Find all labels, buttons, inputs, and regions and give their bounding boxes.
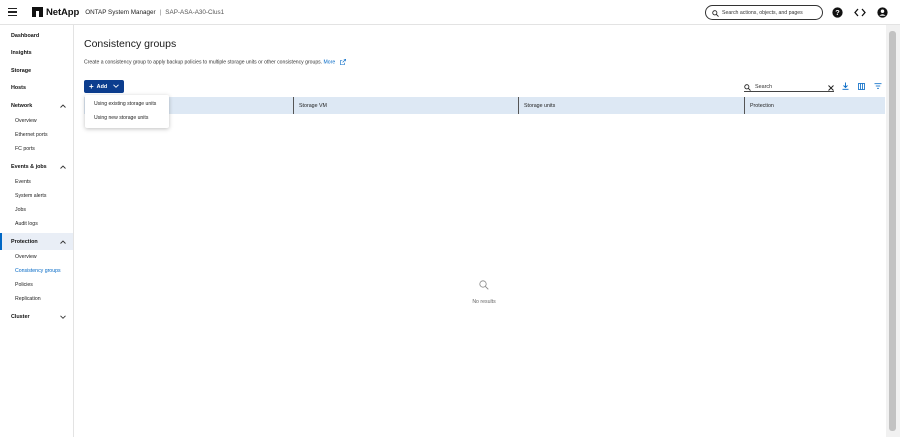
sidebar-group-network[interactable]: Network	[0, 97, 73, 114]
chevron-down-icon	[113, 83, 119, 90]
brand-name: NetApp	[46, 6, 80, 18]
plus-icon: +	[89, 81, 94, 91]
sidebar-group-label: Protection	[11, 238, 38, 245]
more-link[interactable]: More	[324, 59, 336, 65]
table-search-input[interactable]: Search	[744, 82, 834, 92]
sidebar-group-cluster[interactable]: Cluster	[0, 308, 73, 325]
top-bar: NetApp ONTAP System Manager | SAP-ASA-A3…	[0, 0, 900, 25]
add-button[interactable]: + Add	[84, 80, 124, 93]
netapp-logo-icon	[32, 7, 43, 17]
sidebar-item-jobs[interactable]: Jobs	[0, 203, 73, 217]
user-icon[interactable]	[876, 6, 889, 19]
header-separator: |	[159, 8, 162, 16]
sidebar-item-policies[interactable]: Policies	[0, 278, 73, 292]
sidebar-group-protection[interactable]: Protection	[0, 233, 73, 250]
column-header-protection[interactable]: Protection	[744, 97, 885, 114]
product-name: ONTAP System Manager	[85, 8, 156, 16]
sidebar-item-consistency-groups[interactable]: Consistency groups	[0, 264, 73, 278]
external-link-icon[interactable]	[339, 59, 346, 65]
empty-state: No results	[454, 277, 514, 305]
help-icon[interactable]: ?	[831, 6, 844, 19]
main-content: Consistency groups Create a consistency …	[74, 25, 886, 437]
cluster-name: SAP-ASA-A30-Clus1	[165, 8, 225, 16]
table-search-placeholder: Search	[755, 83, 773, 90]
svg-text:?: ?	[835, 8, 840, 17]
sidebar-item-protection-overview[interactable]: Overview	[0, 250, 73, 264]
column-header-storage-units[interactable]: Storage units	[518, 97, 744, 114]
sidebar-item-network-overview[interactable]: Overview	[0, 114, 73, 128]
sidebar-item-events[interactable]: Events	[0, 175, 73, 189]
chevron-up-icon	[60, 164, 66, 170]
chevron-up-icon	[60, 239, 66, 245]
scrollbar-thumb[interactable]	[889, 31, 896, 431]
clear-icon[interactable]	[828, 78, 834, 96]
sidebar-group-events[interactable]: Events & jobs	[0, 158, 73, 175]
search-icon	[479, 277, 489, 295]
netapp-logo[interactable]: NetApp	[32, 7, 79, 18]
empty-state-text: No results	[472, 299, 496, 305]
chevron-up-icon	[60, 103, 66, 109]
sidebar-item-dashboard[interactable]: Dashboard	[0, 27, 73, 45]
menu-item-new-storage-units[interactable]: Using new storage units	[85, 111, 169, 125]
sidebar-group-label: Network	[11, 102, 33, 109]
download-icon[interactable]	[841, 82, 849, 90]
sidebar-item-ethernet-ports[interactable]: Ethernet ports	[0, 128, 73, 142]
sidebar-group-label: Cluster	[11, 313, 30, 320]
search-icon	[712, 4, 719, 22]
code-icon[interactable]	[853, 6, 866, 19]
add-button-label: Add	[96, 83, 108, 90]
add-dropdown-menu: Using existing storage units Using new s…	[85, 95, 169, 128]
columns-icon[interactable]	[857, 82, 865, 90]
sidebar-item-replication[interactable]: Replication	[0, 292, 73, 306]
page-title: Consistency groups	[84, 38, 177, 50]
sidebar-group-label: Events & jobs	[11, 163, 47, 170]
search-icon	[744, 78, 751, 96]
table-header: Name Storage VM Storage units Protection	[84, 97, 885, 114]
sidebar-item-system-alerts[interactable]: System alerts	[0, 189, 73, 203]
sidebar-item-insights[interactable]: Insights	[0, 45, 73, 63]
sidebar-item-fc-ports[interactable]: FC ports	[0, 142, 73, 156]
global-search-placeholder: Search actions, objects, and pages	[722, 9, 803, 16]
menu-icon[interactable]	[0, 0, 24, 25]
sidebar-item-hosts[interactable]: Hosts	[0, 80, 73, 98]
page-scrollbar[interactable]	[886, 25, 900, 437]
column-header-storage-vm[interactable]: Storage VM	[293, 97, 518, 114]
chevron-down-icon	[60, 314, 66, 320]
sidebar-item-storage[interactable]: Storage	[0, 62, 73, 80]
description-text: Create a consistency group to apply back…	[84, 59, 323, 66]
menu-item-existing-storage-units[interactable]: Using existing storage units	[85, 97, 169, 111]
page-description: Create a consistency group to apply back…	[84, 59, 346, 65]
sidebar-item-audit-logs[interactable]: Audit logs	[0, 217, 73, 231]
filter-icon[interactable]	[874, 82, 882, 90]
global-search-input[interactable]: Search actions, objects, and pages	[705, 5, 823, 20]
sidebar: Dashboard Insights Storage Hosts Network…	[0, 25, 74, 437]
